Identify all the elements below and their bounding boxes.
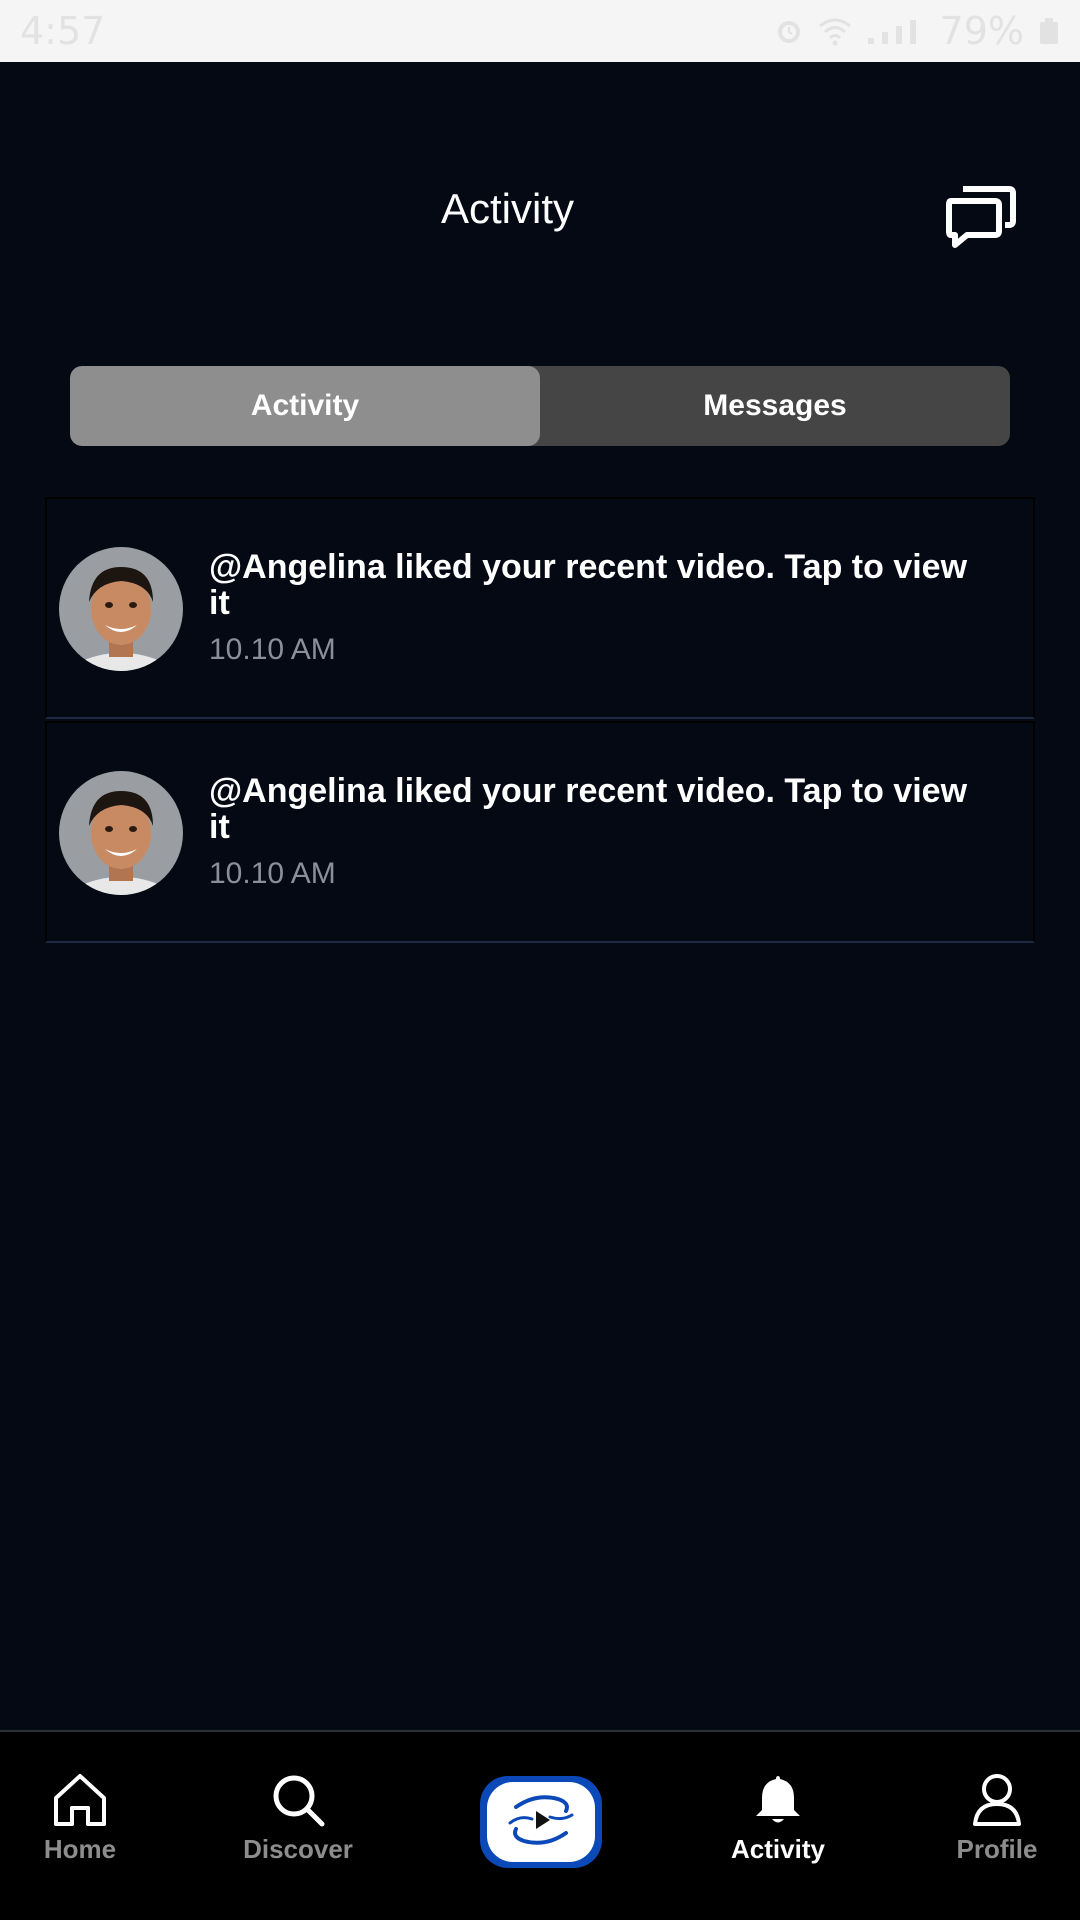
page-title: Activity [440,185,574,232]
activity-text: @Angelina liked your recent video. Tap t… [209,548,968,622]
battery-icon [1038,16,1060,46]
activity-time: 10.10 AM [209,633,336,666]
bell-icon [698,1772,858,1828]
nav-profile[interactable]: Profile [917,1772,1077,1865]
create-video-button[interactable] [480,1776,602,1868]
activity-item[interactable]: @Angelina liked your recent video. Tap t… [45,721,1035,943]
status-bar: 4:57 79% [0,0,1080,62]
activity-text: @Angelina liked your recent video. Tap t… [209,772,968,846]
tab-messages[interactable]: Messages [540,366,1010,446]
nav-label-home: Home [43,1834,117,1864]
nav-label-profile: Profile [956,1834,1038,1864]
activity-item[interactable]: @Angelina liked your recent video. Tap t… [45,497,1035,719]
nav-label-activity: Activity [731,1834,825,1864]
nav-home[interactable]: Home [0,1772,160,1865]
bottom-nav: Home Discover Activity Profile [0,1730,1080,1920]
signal-icon [866,16,926,46]
alarm-icon [774,16,804,46]
person-icon [917,1772,1077,1828]
nav-label-discover: Discover [243,1834,353,1864]
avatar[interactable] [59,547,183,671]
search-icon [218,1772,378,1828]
tab-switcher: Activity Messages [70,366,1010,446]
status-time: 4:57 [20,9,106,53]
activity-time: 10.10 AM [209,857,336,890]
battery-percent: 79% [939,9,1024,53]
create-video-icon [496,1785,586,1860]
activity-list: @Angelina liked your recent video. Tap t… [45,497,1035,945]
avatar[interactable] [59,771,183,895]
status-indicators: 79% [774,9,1060,53]
chat-bubbles-icon[interactable] [945,183,1017,251]
nav-discover[interactable]: Discover [218,1772,378,1865]
home-icon [0,1772,160,1828]
wifi-icon [818,16,852,46]
nav-activity[interactable]: Activity [698,1772,858,1865]
tab-activity[interactable]: Activity [70,366,540,446]
